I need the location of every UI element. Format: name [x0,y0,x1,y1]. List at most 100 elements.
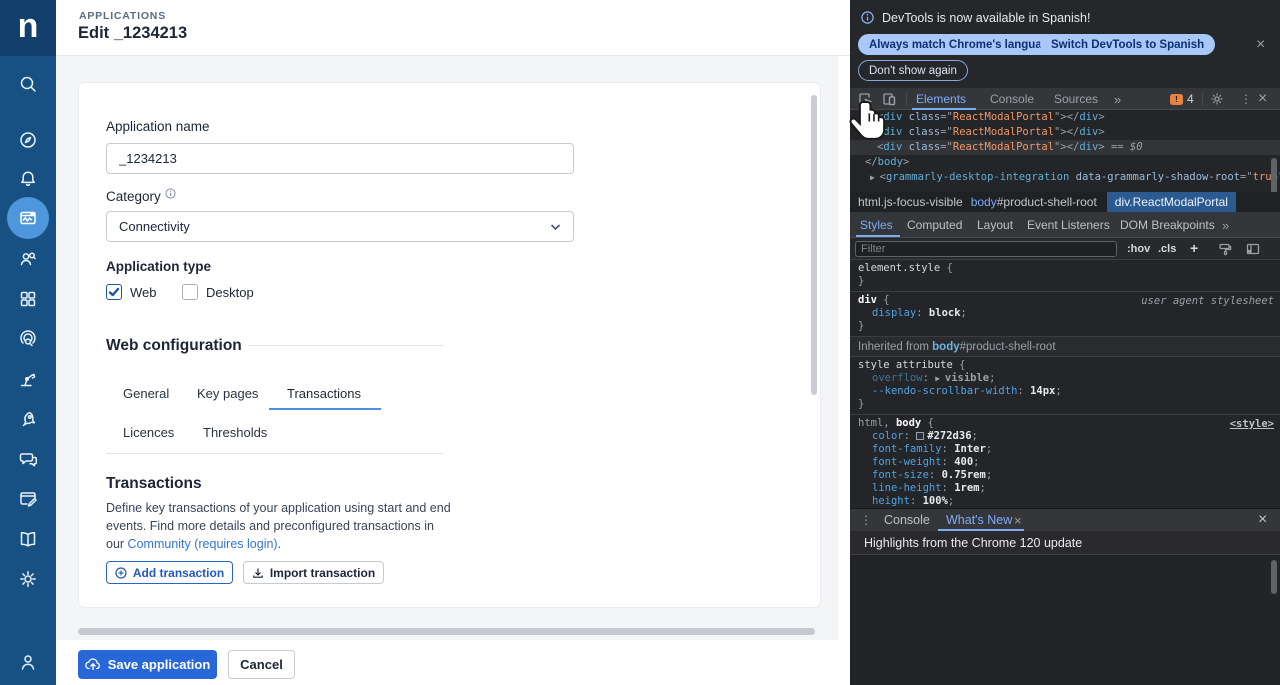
css-declaration[interactable]: html, body { [850,417,1280,430]
sidebar: n [0,0,56,685]
css-declaration[interactable]: } [850,398,1280,411]
drawer-tab-whats-new[interactable]: What's New [946,513,1012,527]
grid-icon[interactable] [0,281,56,317]
application-name-input[interactable] [106,143,574,174]
cancel-button[interactable]: Cancel [228,650,295,679]
drawer-kebab-icon[interactable]: ⋮ [860,513,872,527]
horizontal-scrollbar[interactable] [78,628,815,635]
tab-styles[interactable]: Styles [860,218,893,232]
css-declaration[interactable]: } [850,275,1280,288]
css-declaration[interactable]: line-height: 1rem; [850,482,1280,495]
settings-gear-icon[interactable] [1210,92,1224,111]
tab-event-listeners[interactable]: Event Listeners [1027,218,1110,232]
robot-arm-icon[interactable] [0,361,56,397]
book-icon[interactable] [0,521,56,557]
tab-elements[interactable]: Elements [916,92,966,106]
toggle-class-button[interactable]: .cls [1158,243,1176,255]
app-header: APPLICATIONS Edit _1234213 [56,0,850,56]
computed-panel-icon[interactable] [1246,242,1260,261]
issues-icon[interactable]: ! [1170,94,1183,105]
css-declaration[interactable]: font-size: 0.75rem; [850,469,1280,482]
crumb-html[interactable]: html.js-focus-visible [858,195,963,209]
css-declaration[interactable]: element.style { [850,262,1280,275]
drawer-scrollbar[interactable] [1271,560,1277,594]
dom-tree-row[interactable]: ▶ <grammarly-desktop-integration data-gr… [850,170,1280,185]
stylesheet-link[interactable]: <style> [1230,418,1274,430]
crumb-div-selected[interactable]: div.ReactModalPortal [1107,192,1236,212]
css-declaration[interactable]: color: #272d36; [850,430,1280,443]
styles-pane[interactable]: element.style {}user agent stylesheetdiv… [850,260,1280,508]
web-checkbox[interactable] [106,284,122,300]
tab-computed[interactable]: Computed [907,218,962,232]
tab-key-pages[interactable]: Key pages [197,386,258,401]
rocket-icon[interactable] [0,401,56,437]
screen: n [0,0,1280,685]
dom-tree-row[interactable]: </body> [850,155,1280,170]
compass-icon[interactable] [0,122,56,158]
css-declaration[interactable]: style attribute { [850,359,1280,372]
tab-console[interactable]: Console [990,92,1034,106]
import-transaction-button[interactable]: Import transaction [243,561,384,584]
devtools-close-icon[interactable]: × [1258,90,1267,108]
css-declaration[interactable]: overflow: ▶ visible; [850,372,1280,385]
person-icon[interactable] [0,644,56,680]
dont-show-again-button[interactable]: Don't show again [858,60,968,81]
tab-dom-breakpoints[interactable]: DOM Breakpoints [1120,218,1215,232]
css-declaration[interactable]: --kendo-scrollbar-width: 14px; [850,385,1280,398]
tab-transactions[interactable]: Transactions [287,386,361,401]
drawer-close-icon[interactable]: × [1258,511,1267,529]
crumb-body[interactable]: body#product-shell-root [971,195,1097,209]
color-swatch[interactable] [916,432,924,440]
radar-search-icon[interactable] [0,321,56,357]
switch-spanish-button[interactable]: Switch DevTools to Spanish [1040,34,1215,55]
tab-layout[interactable]: Layout [977,218,1013,232]
tab-sources[interactable]: Sources [1054,92,1098,106]
more-tabs-icon[interactable]: » [1222,218,1229,233]
css-declaration[interactable]: height: 100%; [850,495,1280,508]
drawer-tab-console[interactable]: Console [884,513,930,527]
bell-icon[interactable] [0,161,56,197]
community-link[interactable]: Community (requires login) [128,537,278,551]
infobar-close-icon[interactable]: × [1256,38,1265,52]
web-checkbox-label[interactable]: Web [130,285,157,300]
tab-thresholds[interactable]: Thresholds [203,425,267,440]
paint-roller-icon[interactable] [1218,242,1232,261]
new-style-rule-button[interactable]: + [1190,240,1198,256]
vertical-scrollbar[interactable] [811,95,817,395]
tab-licences[interactable]: Licences [123,425,174,440]
css-declaration[interactable]: } [850,320,1280,333]
dom-tree-row[interactable]: <div class="ReactModalPortal"></div> [850,110,1280,125]
add-transaction-button[interactable]: Add transaction [106,561,233,584]
gear-icon[interactable] [0,561,56,597]
css-declaration[interactable]: font-family: Inter; [850,443,1280,456]
search-icon[interactable] [0,66,56,102]
style-rule[interactable]: <style>html, body {color: #272d36;font-f… [850,415,1280,508]
tab-general[interactable]: General [123,386,169,401]
inherited-from-header: Inherited from body#product-shell-root [850,337,1280,357]
category-select[interactable]: Connectivity [106,211,574,242]
sidebar-item-applications-selected[interactable] [7,197,49,239]
css-declaration[interactable]: display: block; [850,307,1280,320]
dom-tree-row[interactable]: <div class="ReactModalPortal"></div> == … [850,140,1280,155]
styles-filter-input[interactable] [855,241,1117,257]
match-language-button[interactable]: Always match Chrome's language [858,34,1066,55]
css-declaration[interactable]: font-weight: 400; [850,456,1280,469]
dom-tree-row[interactable]: <div class="ReactModalPortal"></div> [850,125,1280,140]
style-rule[interactable]: user agent stylesheetdiv {display: block… [850,292,1280,337]
whats-new-close-icon[interactable]: × [1014,513,1022,528]
style-rule[interactable]: element.style {} [850,260,1280,292]
elements-tree[interactable]: <div class="ReactModalPortal"></div><div… [850,110,1280,192]
issues-count[interactable]: 4 [1187,92,1194,106]
toggle-hover-button[interactable]: :hov [1127,243,1150,255]
desktop-checkbox[interactable] [182,284,198,300]
expander-icon[interactable]: ▶ [870,173,880,182]
save-application-button[interactable]: Save application [78,650,217,679]
people-search-icon[interactable] [0,241,56,277]
style-rule[interactable]: style attribute {overflow: ▶ visible;--k… [850,357,1280,415]
more-tabs-icon[interactable]: » [1114,92,1121,107]
app-logo[interactable]: n [0,0,56,56]
chat-bubbles-icon[interactable] [0,441,56,477]
desktop-checkbox-label[interactable]: Desktop [206,285,254,300]
kebab-menu-icon[interactable]: ⋮ [1240,92,1252,106]
window-pencil-icon[interactable] [0,481,56,517]
